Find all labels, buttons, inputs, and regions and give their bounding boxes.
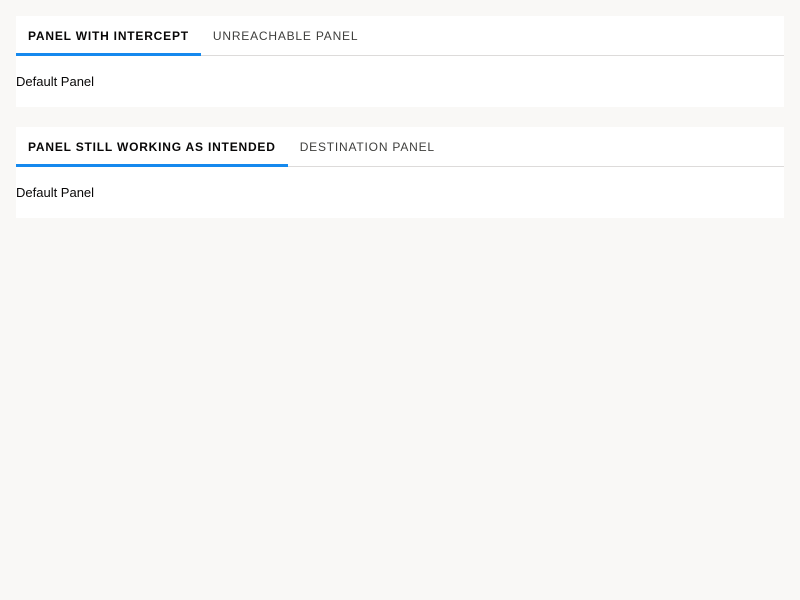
tab-panel-with-intercept[interactable]: PANEL WITH INTERCEPT — [16, 16, 201, 56]
tab-destination-panel[interactable]: DESTINATION PANEL — [288, 127, 447, 166]
tab-label: UNREACHABLE PANEL — [212, 28, 359, 43]
tab-bar: PANEL STILL WORKING AS INTENDED DESTINAT… — [16, 127, 784, 167]
panel-text: Default Panel — [16, 185, 95, 200]
tabset-intercept: PANEL WITH INTERCEPT UNREACHABLE PANEL D… — [16, 16, 784, 107]
tab-label: DESTINATION PANEL — [299, 139, 435, 154]
tabset-working: PANEL STILL WORKING AS INTENDED DESTINAT… — [16, 127, 784, 218]
tab-unreachable-panel[interactable]: UNREACHABLE PANEL — [201, 16, 370, 55]
panel-text: Default Panel — [16, 74, 95, 89]
tab-bar: PANEL WITH INTERCEPT UNREACHABLE PANEL — [16, 16, 784, 56]
tab-label: PANEL WITH INTERCEPT — [28, 28, 189, 43]
page: PANEL WITH INTERCEPT UNREACHABLE PANEL D… — [0, 0, 800, 600]
tab-label: PANEL STILL WORKING AS INTENDED — [28, 139, 276, 154]
tab-panel-content: Default Panel — [16, 56, 784, 89]
tab-panel-still-working[interactable]: PANEL STILL WORKING AS INTENDED — [16, 127, 288, 167]
tab-panel-content: Default Panel — [16, 167, 784, 200]
